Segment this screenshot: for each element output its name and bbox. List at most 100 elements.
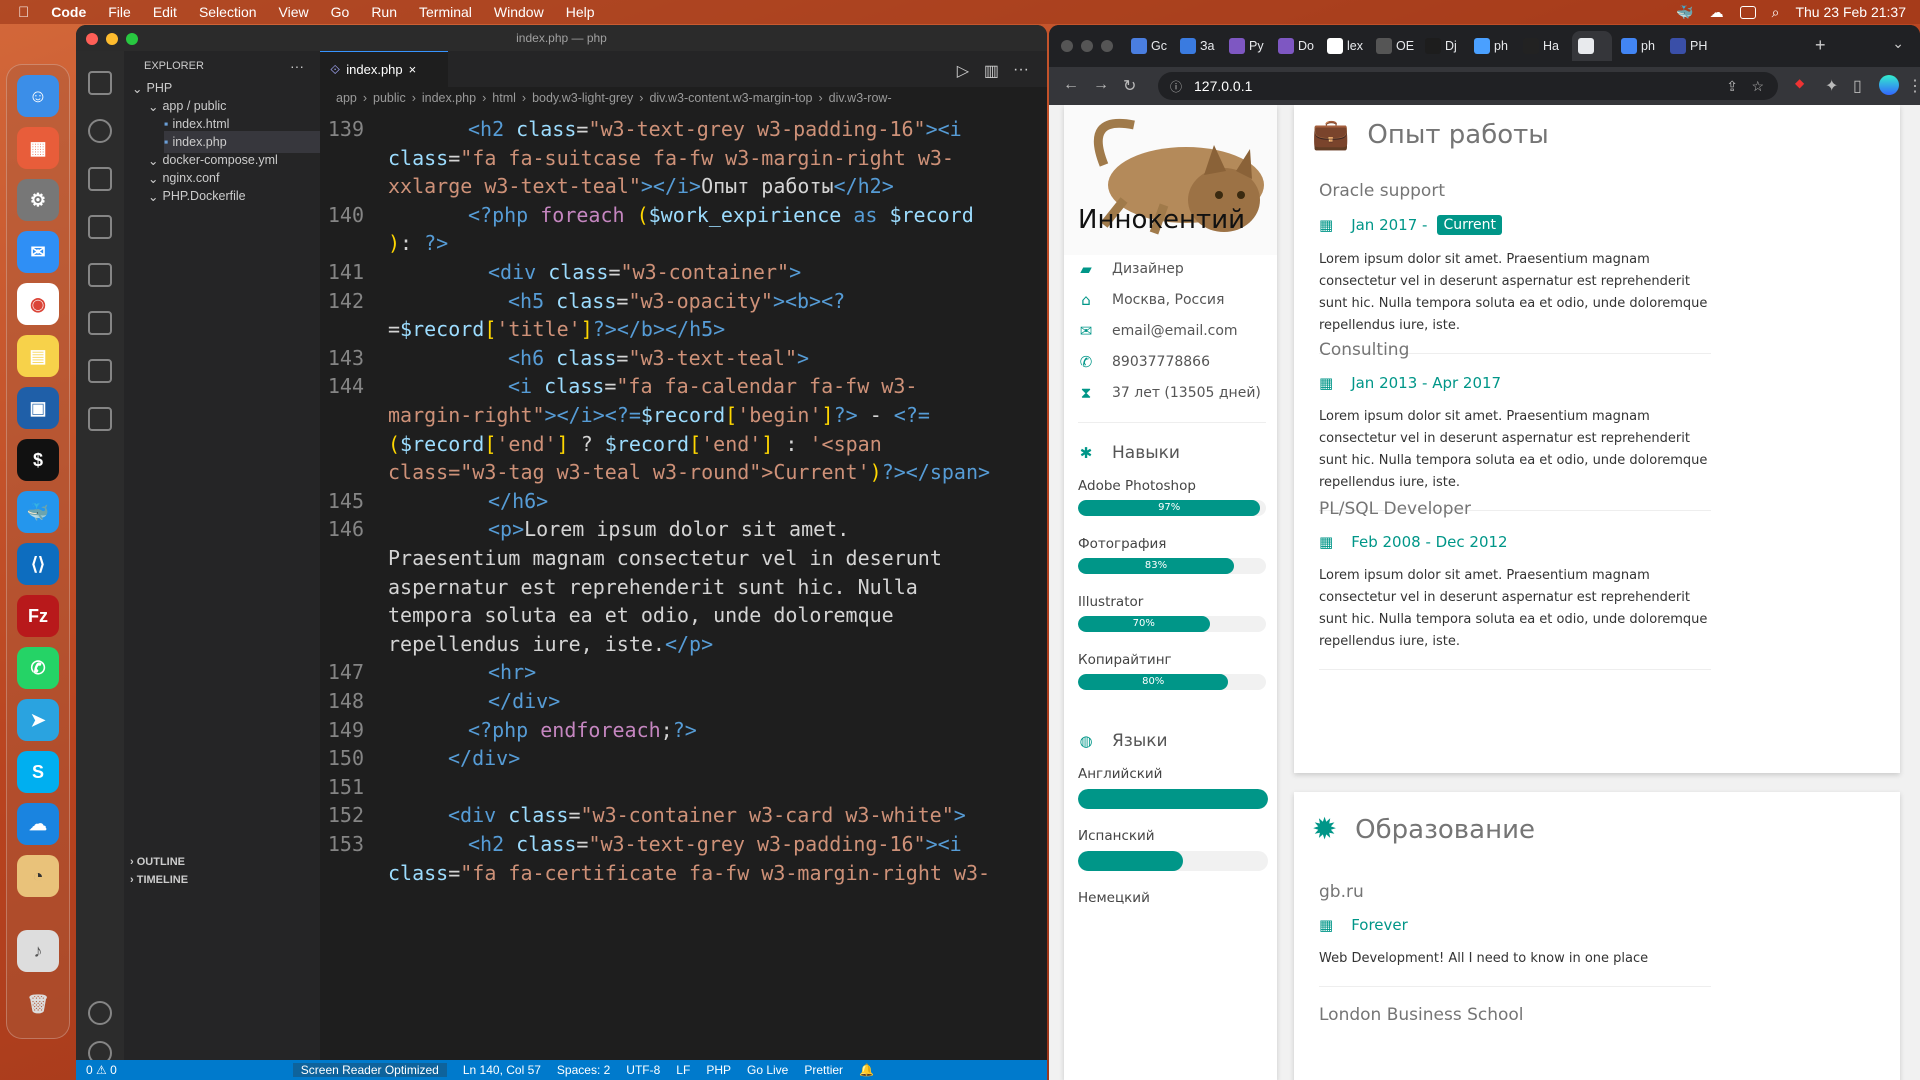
cursor-position[interactable]: Ln 140, Col 57 [463,1063,541,1077]
extensions-icon[interactable] [88,263,112,287]
code-line[interactable]: <hr> [488,660,536,684]
close-window-button[interactable] [1061,40,1073,52]
code-line[interactable]: <div class="w3-container w3-card w3-whit… [448,803,966,827]
split-editor-icon[interactable]: ▥ [984,61,999,81]
problems-indicator[interactable]: 0 ⚠ 0 [86,1063,117,1077]
indentation[interactable]: Spaces: 2 [557,1063,610,1077]
browser-tab[interactable]: OE [1376,31,1414,61]
menu-selection[interactable]: Selection [199,4,257,20]
code-line[interactable]: <i class="fa fa-calendar fa-fw w3- [508,374,917,398]
menu-run[interactable]: Run [371,4,397,20]
breadcrumb-item[interactable]: index.php [422,91,476,105]
run-icon[interactable]: ▷ [957,61,969,81]
code-line[interactable]: <?php endforeach;?> [468,718,697,742]
browser-tab[interactable]: ph [1474,31,1508,61]
explorer-icon[interactable] [88,71,112,95]
chrome-icon[interactable]: ◉ [17,283,59,325]
source-control-icon[interactable] [88,167,112,191]
apple-menu-icon[interactable]:  [18,4,29,21]
preview-icon[interactable]: ◔ [17,855,59,897]
breadcrumb-item[interactable]: body.w3-light-grey [532,91,633,105]
code-line[interactable]: class="w3-tag w3-teal w3-round">Current'… [388,460,990,484]
forward-icon[interactable]: → [1093,76,1109,94]
menu-file[interactable]: File [108,4,131,20]
prettier-button[interactable]: Prettier [804,1063,843,1077]
more-actions-icon[interactable]: ··· [1013,61,1029,79]
go-live-button[interactable]: Go Live [747,1063,788,1077]
site-info-icon[interactable]: ⓘ [1170,78,1182,95]
menu-edit[interactable]: Edit [153,4,177,20]
address-bar[interactable]: ⓘ 127.0.0.1 ⇪ ☆ [1158,72,1778,100]
breadcrumb-item[interactable]: div.w3-content.w3-margin-top [649,91,812,105]
menu-window[interactable]: Window [494,4,544,20]
breadcrumb-item[interactable]: public [373,91,406,105]
vscode-icon[interactable]: ⟨⟩ [17,543,59,585]
breadcrumb-item[interactable]: app [336,91,357,105]
code-line[interactable]: ): ?> [388,231,448,255]
code-line[interactable]: <div class="w3-container"> [488,260,801,284]
code-line[interactable]: </div> [488,689,560,713]
menu-view[interactable]: View [279,4,309,20]
code-line[interactable]: <h6 class="w3-text-teal"> [508,346,809,370]
browser-menu-icon[interactable]: ⋮ [1907,76,1920,96]
search-icon[interactable]: ⌕ [1772,4,1780,21]
back-icon[interactable]: ← [1063,76,1079,94]
system-settings-icon[interactable]: ⚙ [17,179,59,221]
remote-explorer-icon[interactable] [88,311,112,335]
code-line[interactable]: <?php foreach ($work_expirience as $reco… [468,203,974,227]
zoom-window-button[interactable] [126,33,138,45]
ublock-icon[interactable]: ◆ [1795,76,1804,90]
filezilla-icon[interactable]: Fz [17,595,59,637]
code-line[interactable]: tempora soluta ea et odio, unde doloremq… [388,603,894,627]
code-area[interactable]: 139 <h2 class="w3-text-grey w3-padding-16… [320,109,1047,1060]
code-line[interactable]: =$record['title']?></b></h5> [388,317,725,341]
code-line[interactable]: <p>Lorem ipsum dolor sit amet. [488,517,849,541]
screen-reader-indicator[interactable]: Screen Reader Optimized [292,1063,447,1077]
run-debug-icon[interactable] [88,215,112,239]
browser-tab[interactable]: Do [1278,31,1314,61]
browser-tab[interactable]: Py [1229,31,1264,61]
notes-icon[interactable]: ▤ [17,335,59,377]
browser-tab[interactable] [1572,31,1612,61]
close-tab-icon[interactable]: × [409,62,417,77]
menu-help[interactable]: Help [566,4,595,20]
whatsapp-icon[interactable]: ✆ [17,647,59,689]
telegram-icon[interactable]: ➤ [17,699,59,741]
code-line[interactable]: class="fa fa-certificate fa-fw w3-margin… [388,861,990,885]
code-line[interactable]: margin-right"></i><?=$record['begin']?> … [388,403,930,427]
extensions-icon[interactable]: ✦ [1825,76,1838,96]
breadcrumb-item[interactable]: div.w3-row- [829,91,892,105]
pastebot-icon[interactable]: ▣ [17,387,59,429]
breadcrumb-item[interactable]: html [492,91,516,105]
code-line[interactable]: xxlarge w3-text-teal"></i>Опыт работы</h… [388,174,894,198]
code-line[interactable]: <h5 class="w3-opacity"><b><? [508,289,845,313]
browser-tab[interactable]: ph [1621,31,1655,61]
code-line[interactable]: </div> [448,746,520,770]
bookmark-star-icon[interactable]: ☆ [1751,78,1764,95]
browser-tab[interactable]: Gc [1131,31,1167,61]
file-tree-item[interactable]: ⌄ PHP.Dockerfile [148,185,246,207]
share-icon[interactable]: ⇪ [1726,78,1738,95]
menu-go[interactable]: Go [331,4,350,20]
line-ending[interactable]: LF [676,1063,690,1077]
code-line[interactable]: aspernatur est reprehenderit sunt hic. N… [388,575,918,599]
browser-tab[interactable]: lex [1327,31,1363,61]
music-folder-icon[interactable]: ♪ [17,930,59,972]
sidepanel-icon[interactable]: ▯ [1853,76,1862,96]
menu-terminal[interactable]: Terminal [419,4,472,20]
terminal-icon[interactable]: $ [17,439,59,481]
close-window-button[interactable] [86,33,98,45]
more-actions-icon[interactable]: ··· [290,55,304,77]
minimize-window-button[interactable] [1081,40,1093,52]
browser-tab[interactable]: За [1180,31,1215,61]
reload-icon[interactable]: ↻ [1123,76,1136,96]
mail-icon[interactable]: ✉ [17,231,59,273]
profile-avatar[interactable] [1879,75,1899,95]
new-tab-button[interactable]: + [1815,35,1826,56]
battery-icon[interactable] [1739,5,1756,19]
account-icon[interactable] [88,1001,112,1025]
browser-tab[interactable]: PH [1670,31,1707,61]
trash-icon[interactable]: 🗑 [17,983,59,1025]
browser-tab[interactable]: Dj [1425,31,1457,61]
launchpad-icon[interactable]: ▦ [17,127,59,169]
